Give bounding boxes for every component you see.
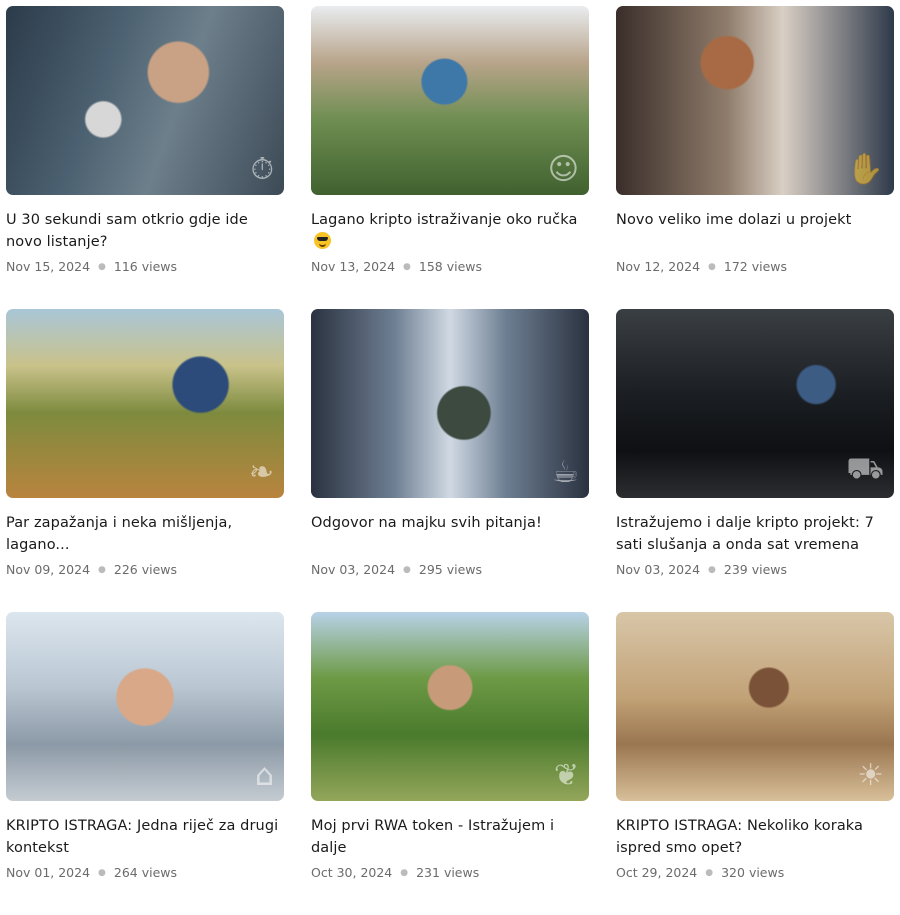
post-date: Nov 13, 2024 (311, 259, 396, 274)
post-card[interactable]: ☀ KRIPTO ISTRAGA: Nekoliko koraka ispred… (616, 612, 894, 915)
post-date: Nov 12, 2024 (616, 259, 701, 274)
post-title[interactable]: U 30 sekundi sam otkrio gdje ide novo li… (6, 209, 284, 253)
separator-dot: ● (98, 261, 106, 272)
post-meta: Oct 30, 2024 ● 231 views (311, 865, 589, 880)
separator-dot: ● (98, 867, 106, 878)
post-title[interactable]: KRIPTO ISTRAGA: Nekoliko koraka ispred s… (616, 815, 894, 859)
post-date: Nov 03, 2024 (616, 562, 701, 577)
laptop-icon: ❧ (248, 455, 274, 490)
post-views: 295 views (418, 562, 483, 577)
separator-dot: ● (708, 261, 716, 272)
post-title[interactable]: KRIPTO ISTRAGA: Jedna riječ za drugi kon… (6, 815, 284, 859)
post-card[interactable]: ❦ Moj prvi RWA token - Istražujem i dalj… (311, 612, 589, 915)
post-card[interactable]: ⛟ Istražujemo i dalje kripto projekt: 7 … (616, 309, 894, 612)
post-meta: Nov 03, 2024 ● 239 views (616, 562, 894, 577)
post-date: Nov 15, 2024 (6, 259, 91, 274)
post-meta: Nov 03, 2024 ● 295 views (311, 562, 589, 577)
camel-icon: ☀ (857, 758, 884, 793)
separator-dot: ● (403, 564, 411, 575)
post-views: 239 views (723, 562, 788, 577)
handshake-icon: ✋ (846, 152, 884, 187)
post-views: 172 views (723, 259, 788, 274)
post-title[interactable]: Odgovor na majku svih pitanja! (311, 512, 589, 556)
post-thumbnail[interactable]: ⏱ (6, 6, 284, 195)
post-views: 264 views (113, 865, 178, 880)
post-thumbnail[interactable]: ❧ (6, 309, 284, 498)
skyline-icon: ⌂ (254, 758, 274, 793)
post-thumbnail[interactable]: ☀ (616, 612, 894, 801)
post-date: Nov 09, 2024 (6, 562, 91, 577)
separator-dot: ● (403, 261, 411, 272)
post-meta: Nov 01, 2024 ● 264 views (6, 865, 284, 880)
stopwatch-icon: ⏱ (250, 152, 274, 187)
post-title[interactable]: Par zapažanja i neka mišljenja, lagano..… (6, 512, 284, 556)
van-icon: ⛟ (846, 451, 884, 486)
post-date: Oct 30, 2024 (311, 865, 393, 880)
post-meta: Nov 15, 2024 ● 116 views (6, 259, 284, 274)
separator-dot: ● (705, 867, 714, 878)
post-title-text: Lagano kripto istraživanje oko ručka (311, 212, 578, 228)
post-card[interactable]: ⏱ U 30 sekundi sam otkrio gdje ide novo … (6, 6, 284, 309)
post-card[interactable]: ☕ Odgovor na majku svih pitanja! Nov 03,… (311, 309, 589, 612)
post-thumbnail[interactable]: ✋ (616, 6, 894, 195)
server-room-icon: ☕ (552, 455, 579, 490)
post-thumbnail[interactable]: ☺ (311, 6, 589, 195)
sunglasses-emoji-icon (314, 232, 331, 249)
post-card[interactable]: ✋ Novo veliko ime dolazi u projekt Nov 1… (616, 6, 894, 309)
post-title[interactable]: Lagano kripto istraživanje oko ručka (311, 209, 589, 253)
post-thumbnail[interactable]: ⌂ (6, 612, 284, 801)
vineyard-icon: ❦ (553, 758, 579, 793)
post-meta: Nov 13, 2024 ● 158 views (311, 259, 589, 274)
post-views: 320 views (721, 865, 785, 880)
selfie-icon: ☺ (547, 152, 579, 187)
post-views: 226 views (113, 562, 178, 577)
separator-dot: ● (400, 867, 409, 878)
separator-dot: ● (98, 564, 106, 575)
post-card[interactable]: ⌂ KRIPTO ISTRAGA: Jedna riječ za drugi k… (6, 612, 284, 915)
post-card[interactable]: ❧ Par zapažanja i neka mišljenja, lagano… (6, 309, 284, 612)
post-meta: Nov 12, 2024 ● 172 views (616, 259, 894, 274)
post-date: Oct 29, 2024 (616, 865, 698, 880)
post-title[interactable]: Istražujemo i dalje kripto projekt: 7 sa… (616, 512, 894, 556)
post-thumbnail[interactable]: ⛟ (616, 309, 894, 498)
post-thumbnail[interactable]: ❦ (311, 612, 589, 801)
post-views: 116 views (113, 259, 178, 274)
post-meta: Nov 09, 2024 ● 226 views (6, 562, 284, 577)
post-title[interactable]: Novo veliko ime dolazi u projekt (616, 209, 894, 253)
post-meta: Oct 29, 2024 ● 320 views (616, 865, 894, 880)
post-title[interactable]: Moj prvi RWA token - Istražujem i dalje (311, 815, 589, 859)
post-thumbnail[interactable]: ☕ (311, 309, 589, 498)
post-views: 231 views (416, 865, 480, 880)
post-date: Nov 03, 2024 (311, 562, 396, 577)
post-date: Nov 01, 2024 (6, 865, 91, 880)
separator-dot: ● (708, 564, 716, 575)
post-card[interactable]: ☺ Lagano kripto istraživanje oko ručka N… (311, 6, 589, 309)
post-grid: ⏱ U 30 sekundi sam otkrio gdje ide novo … (6, 6, 896, 915)
post-views: 158 views (418, 259, 483, 274)
